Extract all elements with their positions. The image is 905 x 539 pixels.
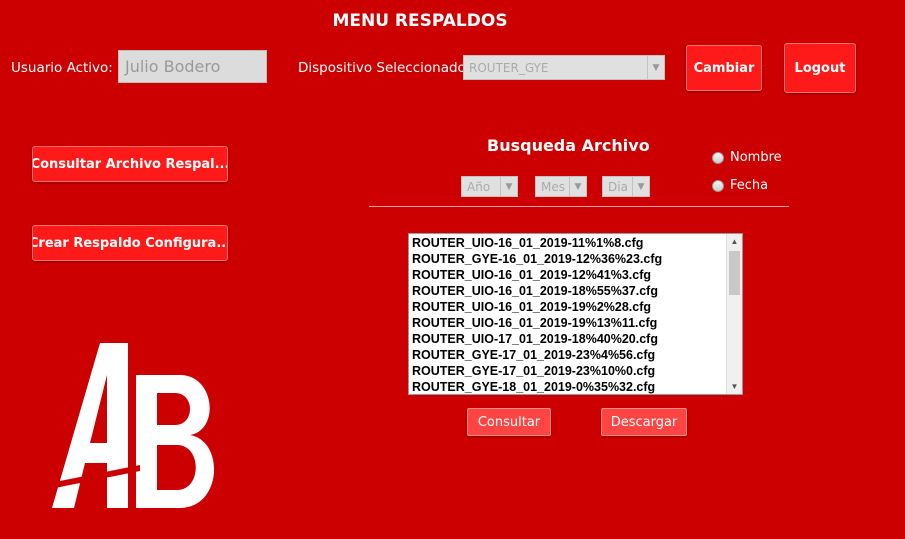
month-select[interactable]: Mes ▼	[535, 176, 587, 197]
file-list-item[interactable]: ROUTER_GYE-17_01_2019-23%4%56.cfg	[409, 347, 742, 363]
chevron-down-icon: ▼	[569, 177, 586, 196]
scroll-down-icon[interactable]: ▼	[727, 379, 742, 394]
divider	[369, 206, 789, 207]
file-list-item[interactable]: ROUTER_GYE-18_01_2019-0%35%32.cfg	[409, 379, 742, 394]
year-select-value: Año	[467, 179, 491, 194]
file-list[interactable]: ROUTER_UIO-16_01_2019-11%1%8.cfg ROUTER_G…	[408, 233, 743, 395]
device-label: Dispositivo Seleccionado	[298, 60, 466, 76]
radio-date-label: Fecha	[730, 178, 769, 193]
radio-name[interactable]: Nombre	[712, 150, 782, 165]
device-select-value: ROUTER_GYE	[469, 60, 549, 75]
change-button[interactable]: Cambiar	[686, 45, 762, 91]
file-list-scrollbar[interactable]: ▲ ▼	[726, 234, 742, 394]
file-list-item[interactable]: ROUTER_UIO-16_01_2019-19%2%28.cfg	[409, 299, 742, 315]
scroll-up-icon[interactable]: ▲	[727, 234, 742, 249]
chevron-down-icon: ▼	[647, 56, 664, 79]
file-list-item[interactable]: ROUTER_UIO-16_01_2019-12%41%3.cfg	[409, 267, 742, 283]
radio-date-circle[interactable]	[712, 179, 724, 192]
scroll-thumb[interactable]	[729, 251, 740, 295]
logout-button[interactable]: Logout	[784, 43, 856, 93]
chevron-down-icon: ▼	[500, 177, 517, 196]
active-user-field[interactable]: Julio Bodero	[118, 50, 267, 83]
file-list-item[interactable]: ROUTER_UIO-16_01_2019-19%13%11.cfg	[409, 315, 742, 331]
download-button[interactable]: Descargar	[601, 408, 687, 436]
file-list-item[interactable]: ROUTER_GYE-16_01_2019-12%36%23.cfg	[409, 251, 742, 267]
radio-name-label: Nombre	[730, 150, 782, 165]
file-list-item[interactable]: ROUTER_GYE-17_01_2019-23%10%0.cfg	[409, 363, 742, 379]
day-select-value: Dia	[608, 179, 628, 194]
search-title: Busqueda Archivo	[487, 136, 650, 155]
device-select[interactable]: ROUTER_GYE ▼	[463, 55, 665, 80]
chevron-down-icon: ▼	[632, 177, 649, 196]
file-list-item[interactable]: ROUTER_UIO-16_01_2019-11%1%8.cfg	[409, 235, 742, 251]
year-select[interactable]: Año ▼	[461, 176, 518, 197]
consult-backup-button[interactable]: Consultar Archivo Respal...	[32, 146, 228, 182]
file-list-items: ROUTER_UIO-16_01_2019-11%1%8.cfg ROUTER_G…	[409, 234, 742, 394]
page-title: MENU RESPALDOS	[332, 11, 508, 31]
radio-name-circle[interactable]	[712, 151, 724, 164]
month-select-value: Mes	[541, 179, 565, 194]
consult-button[interactable]: Consultar	[467, 408, 551, 436]
file-list-item[interactable]: ROUTER_UIO-17_01_2019-18%40%20.cfg	[409, 331, 742, 347]
create-backup-button[interactable]: Crear Respaldo Configura...	[32, 225, 228, 261]
ab-logo	[40, 343, 215, 508]
file-list-item[interactable]: ROUTER_UIO-16_01_2019-18%55%37.cfg	[409, 283, 742, 299]
active-user-label: Usuario Activo:	[11, 60, 113, 76]
day-select[interactable]: Dia ▼	[602, 176, 650, 197]
radio-date[interactable]: Fecha	[712, 178, 768, 193]
